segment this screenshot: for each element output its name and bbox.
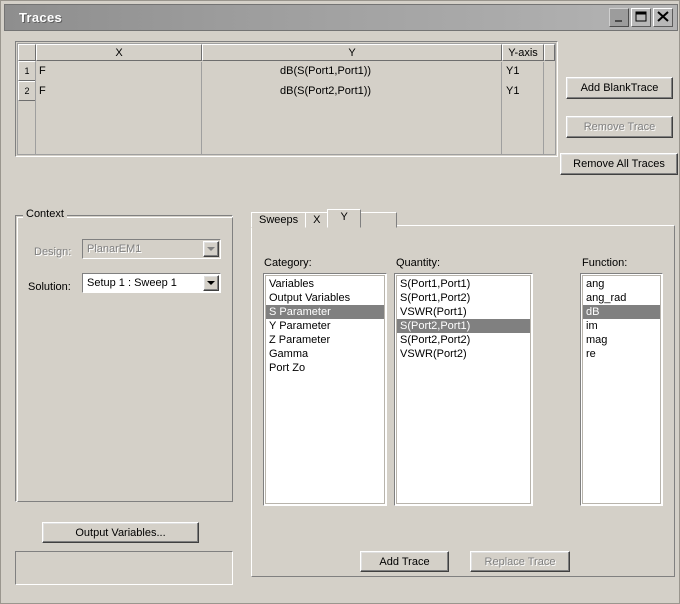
remove-trace-button[interactable]: Remove Trace (566, 116, 673, 138)
list-item[interactable]: Gamma (266, 347, 384, 361)
maximize-button[interactable] (631, 8, 651, 27)
list-item[interactable]: S(Port2,Port2) (397, 333, 530, 347)
grid-corner-header (18, 44, 36, 61)
chevron-down-icon[interactable] (203, 275, 219, 291)
row-y-value[interactable]: dB(S(Port2,Port1)) (202, 81, 502, 101)
remove-all-traces-button[interactable]: Remove All Traces (560, 153, 678, 175)
quantity-listbox[interactable]: S(Port1,Port1) S(Port1,Port2) VSWR(Port1… (394, 273, 533, 506)
list-item[interactable]: S(Port1,Port1) (397, 277, 530, 291)
list-item[interactable]: Port Zo (266, 361, 384, 375)
solution-combo[interactable]: Setup 1 : Sweep 1 (82, 273, 221, 293)
replace-trace-button[interactable]: Replace Trace (470, 551, 570, 572)
solution-combo-value: Setup 1 : Sweep 1 (87, 277, 177, 289)
list-item[interactable]: Z Parameter (266, 333, 384, 347)
tab-strip: Sweeps X Y (251, 209, 397, 228)
add-trace-button[interactable]: Add Trace (360, 551, 449, 572)
window-title: Traces (19, 10, 63, 25)
row-x-value[interactable]: F (36, 61, 202, 81)
solution-label: Solution: (28, 281, 71, 293)
tab-strip-filler (359, 212, 397, 228)
traces-grid-inner: X Y Y-axis 1 F dB(S(Port1,Port1)) Y1 2 F… (17, 43, 556, 155)
dialog-body: X Y Y-axis 1 F dB(S(Port1,Port1)) Y1 2 F… (4, 33, 678, 602)
tab-sweeps[interactable]: Sweeps (251, 212, 307, 228)
grid-header-spacer (544, 44, 555, 61)
function-listbox-inner: ang ang_rad dB im mag re (582, 275, 661, 504)
table-row[interactable]: 2 F dB(S(Port2,Port1)) Y1 (18, 81, 555, 101)
output-variables-button[interactable]: Output Variables... (42, 522, 199, 543)
category-listbox[interactable]: Variables Output Variables S Parameter Y… (263, 273, 387, 506)
row-y-value[interactable]: dB(S(Port1,Port1)) (202, 61, 502, 81)
row-yaxis-value[interactable]: Y1 (502, 81, 544, 101)
list-item[interactable]: re (583, 347, 660, 361)
list-item[interactable]: dB (583, 305, 660, 319)
traces-grid-header: X Y Y-axis (18, 44, 555, 61)
function-listbox[interactable]: ang ang_rad dB im mag re (580, 273, 663, 506)
grid-header-y[interactable]: Y (202, 44, 502, 61)
list-item[interactable]: ang_rad (583, 291, 660, 305)
add-blank-trace-button[interactable]: Add BlankTrace (566, 77, 673, 99)
status-panel (15, 551, 233, 585)
list-item[interactable]: VSWR(Port2) (397, 347, 530, 361)
row-yaxis-value[interactable]: Y1 (502, 61, 544, 81)
category-listbox-inner: Variables Output Variables S Parameter Y… (265, 275, 385, 504)
traces-grid[interactable]: X Y Y-axis 1 F dB(S(Port1,Port1)) Y1 2 F… (15, 41, 558, 157)
row-number[interactable]: 1 (18, 61, 36, 81)
list-item[interactable]: Y Parameter (266, 319, 384, 333)
list-item[interactable]: ang (583, 277, 660, 291)
design-combo: PlanarEM1 (82, 239, 221, 259)
grid-divider (35, 62, 36, 154)
traces-dialog: Traces X Y Y-axis 1 F dB(S(Port1,Port1))… (0, 0, 680, 604)
grid-divider (201, 62, 202, 154)
quantity-label: Quantity: (396, 257, 441, 269)
tab-y[interactable]: Y (327, 209, 361, 228)
grid-divider (543, 62, 544, 154)
row-number[interactable]: 2 (18, 81, 36, 101)
list-item[interactable]: mag (583, 333, 660, 347)
design-label: Design: (34, 246, 72, 258)
close-button[interactable] (653, 8, 673, 27)
list-item[interactable]: Variables (266, 277, 384, 291)
function-label: Function: (582, 257, 628, 269)
list-item[interactable]: im (583, 319, 660, 333)
titlebar: Traces (4, 4, 678, 31)
tab-x[interactable]: X (305, 212, 329, 228)
list-item[interactable]: VSWR(Port1) (397, 305, 530, 319)
grid-header-yaxis[interactable]: Y-axis (502, 44, 544, 61)
list-item[interactable]: Output Variables (266, 291, 384, 305)
design-combo-value: PlanarEM1 (87, 243, 142, 255)
grid-header-x[interactable]: X (36, 44, 202, 61)
table-row[interactable]: 1 F dB(S(Port1,Port1)) Y1 (18, 61, 555, 81)
context-group-title: Context (23, 208, 67, 220)
chevron-down-icon (203, 241, 219, 257)
list-item[interactable]: S(Port2,Port1) (397, 319, 530, 333)
list-item[interactable]: S Parameter (266, 305, 384, 319)
window-controls (609, 8, 673, 27)
grid-divider (501, 62, 502, 154)
category-label: Category: (264, 257, 312, 269)
quantity-listbox-inner: S(Port1,Port1) S(Port1,Port2) VSWR(Port1… (396, 275, 531, 504)
row-x-value[interactable]: F (36, 81, 202, 101)
list-item[interactable]: S(Port1,Port2) (397, 291, 530, 305)
minimize-button[interactable] (609, 8, 629, 27)
